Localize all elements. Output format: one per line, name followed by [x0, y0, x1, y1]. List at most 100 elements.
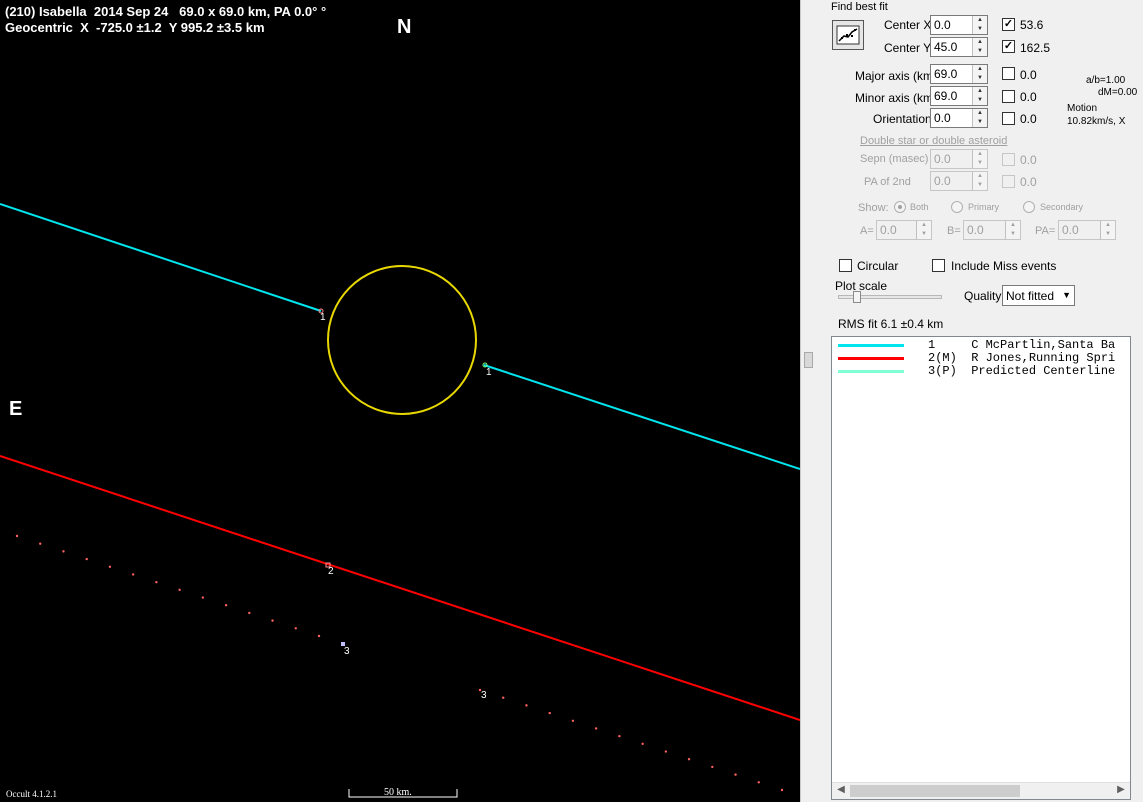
predicted-dot — [178, 588, 181, 592]
center-x-stepper[interactable]: 0.0 ▲ ▼ — [930, 15, 988, 35]
include-miss-checkbox[interactable] — [932, 259, 945, 272]
minor-axis-stepper[interactable]: 69.0 ▲ ▼ — [930, 86, 988, 106]
spin-down-icon[interactable]: ▼ — [917, 230, 931, 239]
center-y-result: 162.5 — [1020, 41, 1051, 55]
plot-scale-slider[interactable] — [852, 291, 861, 303]
sepn-value: 0.0 — [934, 152, 951, 166]
orientation-label: Orientation — [873, 112, 932, 126]
center-x-checkbox[interactable]: ✓ — [1002, 18, 1015, 31]
spin-down-icon[interactable]: ▼ — [973, 47, 987, 56]
chord-label-3a: 3 — [344, 646, 350, 657]
fit-control-panel: Find best fit Center X 0.0 ▲ ▼ ✓ 53.6 Cen… — [818, 0, 1143, 802]
spin-down-icon[interactable]: ▼ — [973, 118, 987, 127]
show-secondary-label: Secondary — [1040, 202, 1084, 212]
sepn-label: Sepn (masec) — [860, 153, 929, 165]
major-axis-checkbox[interactable] — [1002, 67, 1015, 80]
a-value: 0.0 — [880, 223, 897, 237]
spin-down-icon[interactable]: ▼ — [973, 25, 987, 34]
panel-splitter[interactable] — [800, 0, 818, 802]
pa-value: 0.0 — [1062, 223, 1079, 237]
center-y-stepper[interactable]: 45.0 ▲ ▼ — [930, 37, 988, 57]
horizontal-scrollbar[interactable]: ◀ ▶ — [832, 782, 1130, 799]
include-miss-label: Include Miss events — [951, 259, 1057, 273]
spin-up-icon[interactable]: ▲ — [973, 65, 987, 74]
east-label: E — [9, 398, 23, 420]
spin-up-icon[interactable]: ▲ — [973, 16, 987, 25]
spin-down-icon[interactable]: ▼ — [973, 74, 987, 83]
predicted-dot — [15, 534, 19, 538]
show-primary-label: Primary — [968, 202, 999, 212]
center-y-label: Center Y — [884, 41, 932, 55]
minor-axis-checkbox[interactable] — [1002, 90, 1015, 103]
orientation-checkbox[interactable] — [1002, 112, 1015, 125]
pa-stepper[interactable]: 0.0 ▲ ▼ — [1058, 220, 1116, 240]
quality-value: Not fitted — [1006, 289, 1055, 303]
spin-down-icon[interactable]: ▼ — [973, 96, 987, 105]
b-label: B= — [947, 225, 961, 237]
find-best-fit-label: Find best fit — [831, 1, 888, 13]
spin-up-icon[interactable]: ▲ — [973, 172, 987, 181]
spin-down-icon[interactable]: ▼ — [973, 159, 987, 168]
sepn-checkbox[interactable] — [1002, 153, 1015, 166]
spin-up-icon[interactable]: ▲ — [1101, 221, 1115, 230]
spin-up-icon[interactable]: ▲ — [917, 221, 931, 230]
pa2-checkbox[interactable] — [1002, 175, 1015, 188]
legend-line-3 — [838, 370, 904, 373]
chord-label-3b: 3 — [481, 690, 487, 701]
splitter-grip-icon[interactable] — [804, 352, 813, 368]
observer-legend-list[interactable]: 1 C McPartlin,Santa Ba 2(M) R Jones,Runn… — [831, 336, 1131, 800]
circular-checkbox[interactable] — [839, 259, 852, 272]
chord-1-right — [483, 364, 800, 470]
occultation-plot[interactable]: (210) Isabella 2014 Sep 24 69.0 x 69.0 k… — [0, 0, 800, 802]
center-y-checkbox[interactable]: ✓ — [1002, 40, 1015, 53]
legend-line-2 — [838, 357, 904, 360]
pa2-label: PA of 2nd — [864, 176, 911, 188]
north-label: N — [397, 16, 412, 38]
quality-select[interactable]: Not fitted ▼ — [1002, 285, 1075, 306]
scrollbar-thumb[interactable] — [850, 785, 1020, 797]
show-secondary-radio[interactable] — [1023, 201, 1035, 213]
pa2-stepper[interactable]: 0.0 ▲ ▼ — [930, 171, 988, 191]
scroll-left-icon[interactable]: ◀ — [833, 784, 849, 795]
predicted-dot — [711, 765, 714, 769]
orientation-stepper[interactable]: 0.0 ▲ ▼ — [930, 108, 988, 128]
major-axis-value: 69.0 — [934, 67, 958, 81]
sepn-stepper[interactable]: 0.0 ▲ ▼ — [930, 149, 988, 169]
spin-up-icon[interactable]: ▲ — [973, 38, 987, 47]
plot-geocentric-info: Geocentric X -725.0 ±1.2 Y 995.2 ±3.5 km — [5, 20, 265, 35]
predicted-centerline-dots — [15, 534, 784, 792]
predicted-dot — [108, 565, 112, 568]
show-primary-radio[interactable] — [951, 201, 963, 213]
legend-line-1 — [838, 344, 904, 347]
predicted-dot — [502, 696, 505, 699]
a-stepper[interactable]: 0.0 ▲ ▼ — [876, 220, 932, 240]
predicted-dot — [548, 711, 551, 715]
minor-axis-result: 0.0 — [1020, 90, 1037, 104]
spin-up-icon[interactable]: ▲ — [973, 109, 987, 118]
predicted-dot — [757, 781, 760, 784]
motion-label: Motion — [1067, 103, 1098, 114]
spin-up-icon[interactable]: ▲ — [973, 150, 987, 159]
plot-scale-label: Plot scale — [835, 279, 888, 293]
spin-down-icon[interactable]: ▼ — [973, 181, 987, 190]
center-x-value: 0.0 — [934, 18, 951, 32]
predicted-dot — [155, 580, 158, 584]
b-stepper[interactable]: 0.0 ▲ ▼ — [963, 220, 1021, 240]
spin-up-icon[interactable]: ▲ — [973, 87, 987, 96]
center-y-value: 45.0 — [934, 40, 958, 54]
predicted-dot — [525, 704, 528, 707]
spin-up-icon[interactable]: ▲ — [1006, 221, 1020, 230]
find-best-fit-button[interactable] — [832, 20, 864, 50]
b-value: 0.0 — [967, 223, 984, 237]
list-item[interactable]: 3(P) Predicted Centerline — [832, 365, 1130, 378]
motion-value: 10.82km/s, X — [1067, 116, 1126, 127]
pa2-result: 0.0 — [1020, 175, 1037, 189]
spin-down-icon[interactable]: ▼ — [1101, 230, 1115, 239]
show-both-radio[interactable] — [894, 201, 906, 213]
asteroid-outline-ellipse — [327, 265, 477, 415]
spin-down-icon[interactable]: ▼ — [1006, 230, 1020, 239]
orientation-result: 0.0 — [1020, 112, 1037, 126]
scroll-right-icon[interactable]: ▶ — [1113, 784, 1129, 795]
predicted-dot — [780, 788, 784, 792]
major-axis-stepper[interactable]: 69.0 ▲ ▼ — [930, 64, 988, 84]
